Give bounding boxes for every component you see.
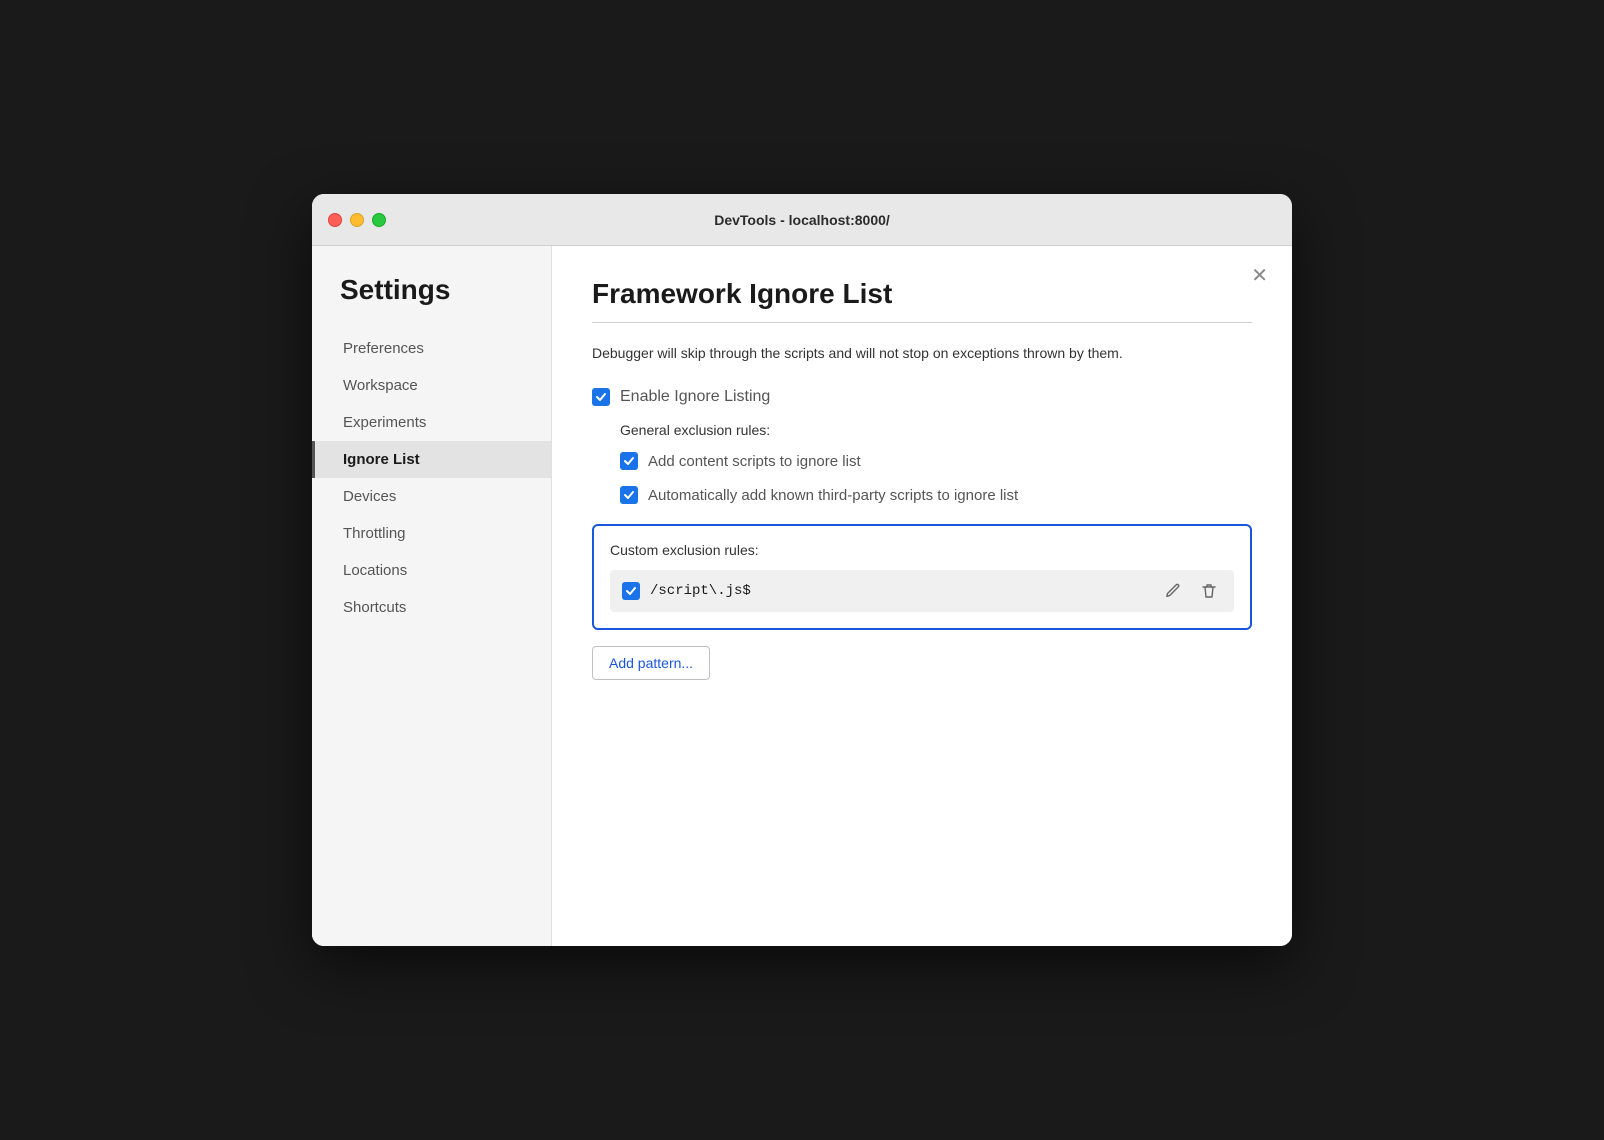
enable-ignore-listing-checkbox[interactable] (592, 388, 610, 406)
checkmark-icon (623, 455, 635, 467)
close-button[interactable] (328, 213, 342, 227)
delete-rule-button[interactable] (1196, 580, 1222, 602)
rule-pattern-text: /script\.js$ (650, 583, 1150, 599)
content-scripts-checkbox[interactable] (620, 452, 638, 470)
sidebar-item-preferences[interactable]: Preferences (312, 330, 551, 367)
checkmark-icon (625, 585, 637, 597)
description-text: Debugger will skip through the scripts a… (592, 343, 1252, 364)
sidebar-item-ignore-list[interactable]: Ignore List (312, 441, 551, 478)
traffic-lights (328, 213, 386, 227)
page-title: Framework Ignore List (592, 278, 1252, 310)
sidebar-item-workspace[interactable]: Workspace (312, 367, 551, 404)
main-window: DevTools - localhost:8000/ Settings Pref… (312, 194, 1292, 946)
general-exclusion-section: General exclusion rules: Add content scr… (620, 422, 1252, 504)
titlebar: DevTools - localhost:8000/ (312, 194, 1292, 246)
content-scripts-label: Add content scripts to ignore list (648, 453, 861, 470)
trash-icon (1200, 582, 1218, 600)
general-exclusion-label: General exclusion rules: (620, 422, 1252, 438)
pencil-icon (1164, 582, 1182, 600)
sidebar-item-experiments[interactable]: Experiments (312, 404, 551, 441)
checkmark-icon (595, 391, 607, 403)
sidebar-item-devices[interactable]: Devices (312, 478, 551, 515)
rule-checkbox[interactable] (622, 582, 640, 600)
add-pattern-button[interactable]: Add pattern... (592, 646, 710, 680)
enable-ignore-listing-row: Enable Ignore Listing (592, 388, 1252, 406)
sidebar-item-locations[interactable]: Locations (312, 552, 551, 589)
minimize-button[interactable] (350, 213, 364, 227)
sidebar-item-shortcuts[interactable]: Shortcuts (312, 589, 551, 626)
rule-actions (1160, 580, 1222, 602)
content-scripts-rule-row: Add content scripts to ignore list (620, 452, 1252, 470)
third-party-rule-row: Automatically add known third-party scri… (620, 486, 1252, 504)
sidebar-heading: Settings (312, 274, 551, 330)
sidebar: Settings Preferences Workspace Experimen… (312, 246, 552, 946)
custom-exclusion-box: Custom exclusion rules: /script\.js$ (592, 524, 1252, 630)
edit-rule-button[interactable] (1160, 580, 1186, 602)
checkmark-icon (623, 489, 635, 501)
sidebar-item-throttling[interactable]: Throttling (312, 515, 551, 552)
enable-ignore-listing-label: Enable Ignore Listing (620, 388, 770, 406)
window-title: DevTools - localhost:8000/ (714, 212, 890, 228)
close-settings-button[interactable]: ✕ (1251, 266, 1268, 286)
third-party-checkbox[interactable] (620, 486, 638, 504)
custom-exclusion-label: Custom exclusion rules: (610, 542, 1234, 558)
maximize-button[interactable] (372, 213, 386, 227)
title-divider (592, 322, 1252, 323)
window-body: Settings Preferences Workspace Experimen… (312, 246, 1292, 946)
content-panel: ✕ Framework Ignore List Debugger will sk… (552, 246, 1292, 946)
table-row: /script\.js$ (610, 570, 1234, 612)
third-party-label: Automatically add known third-party scri… (648, 487, 1018, 504)
